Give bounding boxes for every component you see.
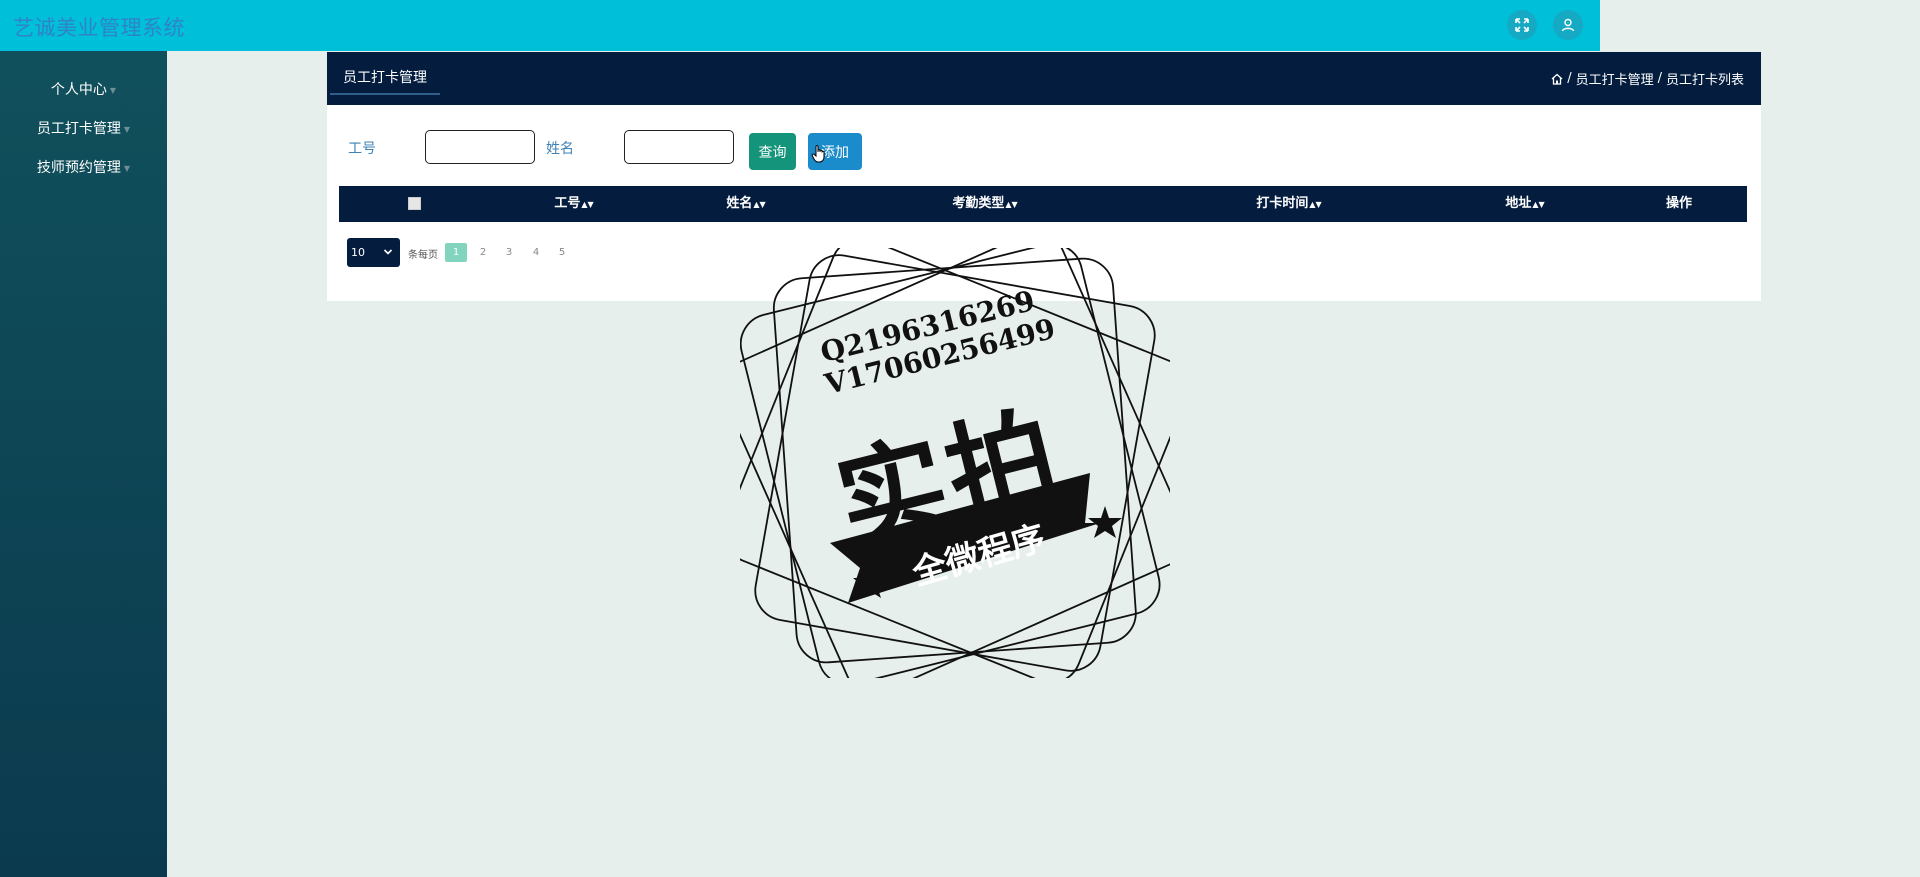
sort-icon: ▲▼ (753, 200, 766, 209)
page-size-select[interactable]: 10 (347, 238, 400, 267)
home-icon[interactable] (1551, 73, 1563, 85)
query-button[interactable]: 查询 (749, 133, 796, 170)
sort-icon: ▲▼ (1005, 200, 1018, 209)
employee-id-label: 工号 (348, 141, 376, 157)
column-header-actions: 操作 (1665, 196, 1693, 211)
sidebar-item-label: 技师预约管理 (36, 160, 121, 176)
fullscreen-button[interactable] (1507, 10, 1537, 40)
column-header-address[interactable]: 地址▲▼ (1505, 186, 1544, 222)
caret-down-icon: ▼ (109, 85, 117, 95)
sidebar: 个人中心 ▼ 员工打卡管理 ▼ 技师预约管理 ▼ (0, 51, 167, 877)
top-bar: 艺诚美业管理系统 (0, 0, 1600, 51)
column-header-employee-id[interactable]: 工号▲▼ (554, 186, 593, 222)
fullscreen-icon (1515, 18, 1529, 32)
chevron-down-icon (383, 249, 393, 255)
name-input[interactable] (624, 130, 734, 164)
employee-id-input[interactable] (425, 130, 535, 164)
app-title: 艺诚美业管理系统 (13, 16, 185, 40)
page-5[interactable]: 5 (551, 243, 573, 262)
page-size-value: 10 (351, 246, 365, 259)
user-icon (1561, 18, 1575, 32)
tab-employee-checkin[interactable]: 员工打卡管理 (330, 63, 440, 95)
column-header-name[interactable]: 姓名▲▼ (726, 186, 765, 222)
page-3[interactable]: 3 (498, 243, 520, 262)
page-2[interactable]: 2 (472, 243, 494, 262)
sort-icon: ▲▼ (1309, 200, 1322, 209)
user-button[interactable] (1553, 10, 1583, 40)
column-header-checkin-time[interactable]: 打卡时间▲▼ (1256, 186, 1321, 222)
sidebar-item-label: 员工打卡管理 (36, 121, 121, 137)
per-page-label: 条每页 (408, 250, 438, 261)
breadcrumb: / 员工打卡管理 / 员工打卡列表 (1551, 69, 1744, 88)
select-all-checkbox[interactable] (408, 197, 421, 210)
panel-header: 员工打卡管理 / 员工打卡管理 / 员工打卡列表 (327, 52, 1761, 105)
sort-icon: ▲▼ (1532, 200, 1545, 209)
sort-icon: ▲▼ (581, 200, 594, 209)
column-label: 打卡时间 (1256, 196, 1309, 211)
sidebar-item-technician-booking[interactable]: 技师预约管理 ▼ (0, 157, 167, 177)
breadcrumb-separator: / (1657, 71, 1662, 86)
caret-down-icon: ▼ (123, 163, 131, 173)
column-label: 考勤类型 (952, 196, 1005, 211)
caret-down-icon: ▼ (123, 124, 131, 134)
column-label: 工号 (554, 196, 581, 211)
breadcrumb-item[interactable]: 员工打卡管理 (1576, 69, 1654, 88)
name-label: 姓名 (546, 141, 574, 157)
sidebar-item-personal-center[interactable]: 个人中心 ▼ (0, 79, 167, 99)
column-label: 地址 (1505, 196, 1532, 211)
breadcrumb-separator: / (1567, 71, 1572, 86)
sidebar-item-label: 个人中心 (50, 82, 107, 98)
column-label: 姓名 (726, 196, 753, 211)
sidebar-item-employee-checkin[interactable]: 员工打卡管理 ▼ (0, 118, 167, 138)
hand-cursor-icon (811, 145, 825, 163)
watermark-stamp: Q2196316269 V17060256499 实拍 全微程序 (740, 248, 1170, 678)
breadcrumb-item-current: 员工打卡列表 (1665, 73, 1744, 88)
table-header: 工号▲▼ 姓名▲▼ 考勤类型▲▼ 打卡时间▲▼ 地址▲▼ 操作 (339, 186, 1747, 222)
page-1[interactable]: 1 (445, 243, 467, 262)
column-header-attendance-type[interactable]: 考勤类型▲▼ (952, 186, 1017, 222)
page-4[interactable]: 4 (525, 243, 547, 262)
